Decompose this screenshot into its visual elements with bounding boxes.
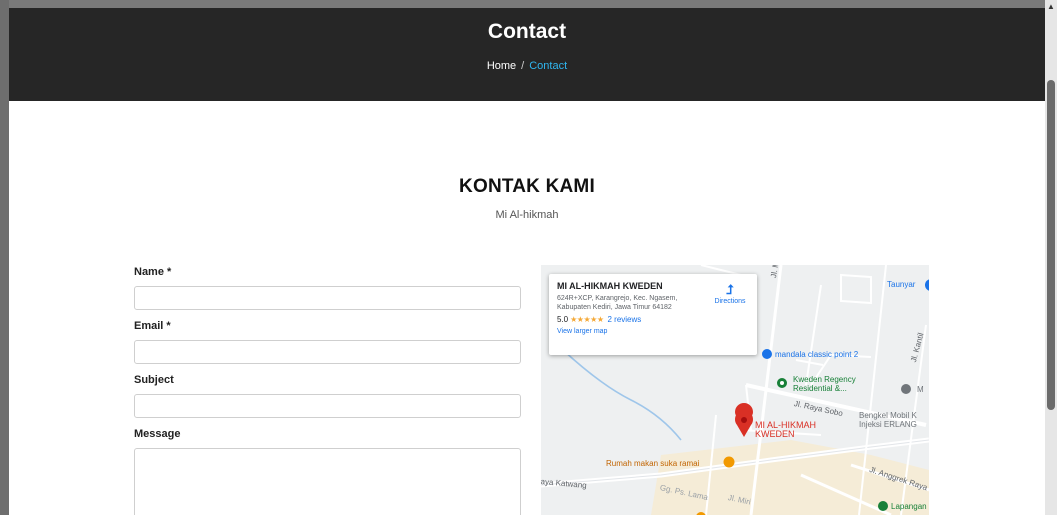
name-input[interactable] [134, 286, 521, 310]
map-info-card: MI AL-HIKMAH KWEDEN 624R+XCP, Karangrejo… [549, 274, 757, 355]
map-label-taunyar: Taunyar [887, 280, 916, 289]
rating-stars: ★★★★★ [570, 315, 604, 324]
email-label: Email * [134, 320, 171, 332]
directions-icon: ⮥ [726, 282, 734, 297]
map-label-mandala: mandala classic point 2 [775, 350, 859, 359]
subject-input[interactable] [134, 394, 521, 418]
place-address: 624R+XCP, Karangrejo, Kec. Ngasem, Kabup… [557, 295, 678, 311]
map-label-kweden-regency-1: Kweden Regency [793, 375, 856, 384]
breadcrumb-home-link[interactable]: Home [487, 60, 516, 72]
map-label-partial-m: M [917, 385, 924, 394]
rating-value: 5.0 [557, 315, 569, 324]
subject-label: Subject [134, 374, 174, 386]
page-title: Contact [487, 20, 567, 43]
window-edge [0, 0, 9, 515]
section-title: KONTAK KAMI [459, 176, 595, 197]
section-subtitle: Mi Al-hikmah [495, 209, 559, 221]
directions-label: Directions [714, 298, 746, 305]
page-header: Contact Home / Contact [9, 8, 1045, 101]
breadcrumb-separator: / [521, 60, 525, 72]
place-rating: 5.0 ★★★★★ 2 reviews [557, 315, 749, 324]
breadcrumb: Home / Contact [9, 60, 1045, 72]
map-label-bengkel-2: Injeksi ERLANG [859, 420, 917, 429]
message-textarea[interactable] [134, 448, 521, 515]
map-label-rumah-makan: Rumah makan suka ramai [606, 459, 700, 468]
map-label-lapangan: Lapangan [891, 502, 927, 511]
breadcrumb-current: Contact [529, 60, 568, 72]
scrollbar-thumb[interactable] [1047, 80, 1055, 410]
page-scrollbar[interactable]: ▲ [1045, 0, 1057, 515]
message-label: Message [134, 428, 181, 440]
reviews-link[interactable]: 2 reviews [607, 315, 641, 324]
map-label-marker-name-2: KWEDEN [755, 429, 795, 439]
scroll-up-arrow-icon[interactable]: ▲ [1047, 2, 1055, 12]
map-label-kweden-regency-2: Residential &... [793, 384, 847, 393]
name-label: Name * [134, 266, 172, 278]
page-viewport: Contact Home / Contact KONTAK KAMI Mi Al-h… [9, 8, 1045, 515]
map-label-bengkel-1: Bengkel Mobil K [859, 411, 917, 420]
email-input[interactable] [134, 340, 521, 364]
directions-button[interactable]: ⮥ Directions [709, 283, 751, 305]
contact-form: Name * Email * Subject Message [134, 266, 521, 515]
embedded-map[interactable]: Taunyar Jl. Masjid Jl. Kantil mandala cl… [541, 265, 929, 515]
view-larger-map-link[interactable]: View larger map [557, 328, 749, 335]
